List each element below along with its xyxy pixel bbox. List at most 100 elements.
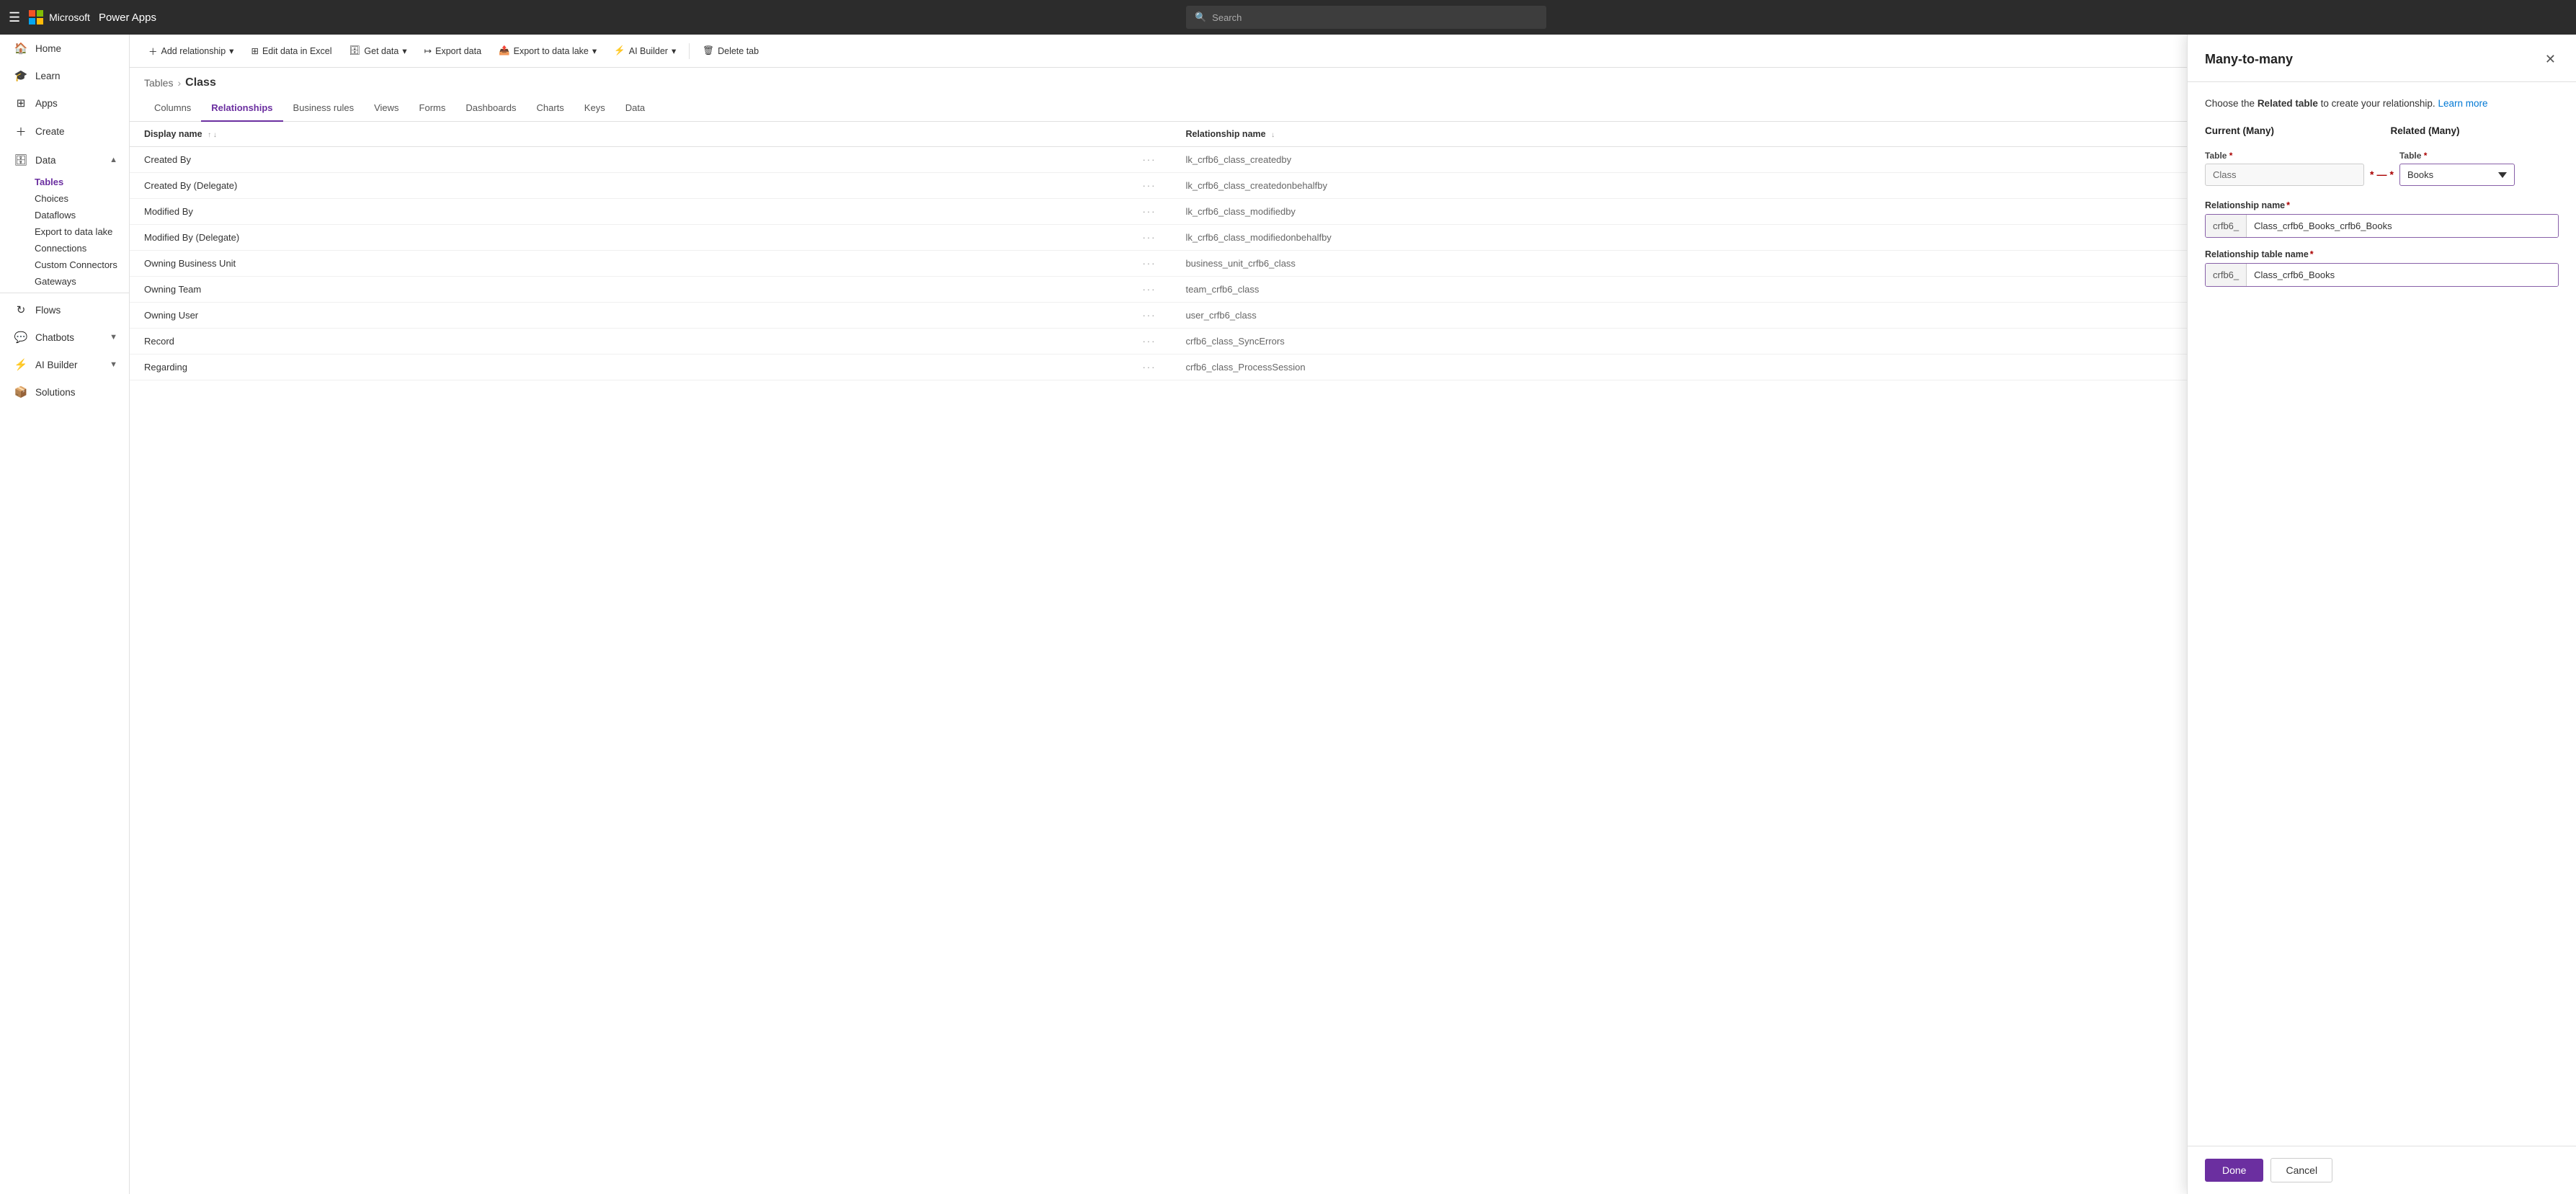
- sidebar-label-connections: Connections: [35, 243, 86, 254]
- breadcrumb-tables[interactable]: Tables: [144, 77, 173, 89]
- display-name-cell: Record: [130, 329, 1128, 355]
- sidebar-label-gateways: Gateways: [35, 276, 76, 287]
- add-relationship-chevron: ▾: [229, 45, 233, 56]
- sidebar-item-home[interactable]: 🏠 Home: [0, 35, 129, 62]
- sidebar-item-flows[interactable]: ↻ Flows: [0, 296, 129, 324]
- tab-dashboards[interactable]: Dashboards: [455, 95, 526, 122]
- ai-builder-toolbar-button[interactable]: ⚡ AI Builder ▾: [607, 42, 683, 60]
- panel-close-button[interactable]: ✕: [2542, 49, 2559, 70]
- row-dots[interactable]: ···: [1128, 251, 1171, 277]
- row-dots[interactable]: ···: [1128, 199, 1171, 225]
- panel-body: Choose the Related table to create your …: [2188, 82, 2576, 1146]
- breadcrumb-current: Class: [185, 76, 216, 89]
- chatbots-icon: 💬: [14, 331, 28, 344]
- sidebar-item-create[interactable]: ＋ Create: [0, 117, 129, 146]
- sidebar: 🏠 Home 🎓 Learn ⊞ Apps ＋ Create 🗄 Data ▲ …: [0, 35, 130, 1194]
- chatbots-expand-icon: ▼: [110, 333, 117, 342]
- related-table-col: Table * BooksAccountsContactsLeads: [2399, 151, 2559, 186]
- sidebar-item-ai-builder[interactable]: ⚡ AI Builder ▼: [0, 351, 129, 378]
- export-data-lake-label: Export to data lake: [514, 46, 589, 56]
- display-name-cell: Regarding: [130, 355, 1128, 380]
- rel-name-prefix: crfb6_: [2206, 215, 2247, 237]
- tab-columns[interactable]: Columns: [144, 95, 201, 122]
- asterisk-left: *: [2370, 169, 2374, 180]
- row-dots[interactable]: ···: [1128, 173, 1171, 199]
- rel-table-prefix: crfb6_: [2206, 264, 2247, 286]
- hamburger-icon[interactable]: ☰: [9, 10, 20, 25]
- tab-charts[interactable]: Charts: [527, 95, 574, 122]
- learn-icon: 🎓: [14, 69, 28, 82]
- display-name-cell: Owning User: [130, 303, 1128, 329]
- sidebar-item-apps[interactable]: ⊞ Apps: [0, 89, 129, 117]
- tab-keys[interactable]: Keys: [574, 95, 615, 122]
- ai-builder-expand-icon: ▼: [110, 360, 117, 369]
- current-table-value: Class: [2205, 164, 2364, 186]
- search-input[interactable]: [1212, 12, 1538, 23]
- sidebar-sub-choices[interactable]: Choices: [0, 190, 129, 207]
- sidebar-item-chatbots[interactable]: 💬 Chatbots ▼: [0, 324, 129, 351]
- get-data-button[interactable]: 🗄 Get data ▾: [342, 42, 414, 60]
- sidebar-label-chatbots: Chatbots: [35, 332, 74, 343]
- sidebar-sub-custom-connectors[interactable]: Custom Connectors: [0, 257, 129, 273]
- breadcrumb-separator: ›: [177, 77, 181, 89]
- tab-business-rules[interactable]: Business rules: [283, 95, 365, 122]
- col-actions: [1128, 122, 1171, 147]
- edit-data-excel-button[interactable]: ⊞ Edit data in Excel: [244, 42, 339, 60]
- delete-label: Delete tab: [718, 46, 759, 56]
- sidebar-label-ai-builder: AI Builder: [35, 360, 78, 370]
- related-col-title: Related (Many): [2391, 125, 2559, 136]
- relationship-table-input[interactable]: [2247, 264, 2558, 286]
- panel-description: Choose the Related table to create your …: [2205, 97, 2559, 111]
- related-col: Related (Many): [2391, 125, 2559, 139]
- tab-data[interactable]: Data: [615, 95, 655, 122]
- current-related-header: Current (Many) Related (Many): [2205, 125, 2559, 139]
- search-bar[interactable]: 🔍: [1186, 6, 1546, 29]
- row-dots[interactable]: ···: [1128, 329, 1171, 355]
- related-table-label: Table *: [2399, 151, 2559, 161]
- sidebar-sub-gateways[interactable]: Gateways: [0, 273, 129, 290]
- row-dots[interactable]: ···: [1128, 355, 1171, 380]
- sidebar-sub-dataflows[interactable]: Dataflows: [0, 207, 129, 223]
- tab-relationships[interactable]: Relationships: [201, 95, 282, 122]
- edit-data-excel-label: Edit data in Excel: [262, 46, 332, 56]
- learn-more-link[interactable]: Learn more: [2438, 98, 2487, 109]
- sidebar-label-home: Home: [35, 43, 61, 54]
- sidebar-item-data[interactable]: 🗄 Data ▲: [0, 146, 129, 174]
- relationship-name-input[interactable]: [2247, 215, 2558, 237]
- asterisk-connector: * — *: [2370, 169, 2394, 186]
- rel-table-req: *: [2310, 249, 2314, 259]
- sidebar-sub-tables[interactable]: Tables: [0, 174, 129, 190]
- related-table-select[interactable]: BooksAccountsContactsLeads: [2399, 164, 2515, 186]
- relationship-table-group: Relationship table name * crfb6_: [2205, 249, 2559, 287]
- sidebar-sub-connections[interactable]: Connections: [0, 240, 129, 257]
- sidebar-sub-export[interactable]: Export to data lake: [0, 223, 129, 240]
- panel-header: Many-to-many ✕: [2188, 35, 2576, 82]
- export-data-button[interactable]: ↦ Export data: [417, 42, 489, 60]
- solutions-icon: 📦: [14, 386, 28, 398]
- row-dots[interactable]: ···: [1128, 147, 1171, 173]
- cancel-button[interactable]: Cancel: [2270, 1158, 2332, 1182]
- microsoft-logo: Microsoft: [29, 10, 90, 24]
- add-relationship-label: Add relationship: [161, 46, 226, 56]
- row-dots[interactable]: ···: [1128, 277, 1171, 303]
- display-name-cell: Created By (Delegate): [130, 173, 1128, 199]
- row-dots[interactable]: ···: [1128, 225, 1171, 251]
- data-expand-icon: ▲: [110, 156, 117, 164]
- delete-table-button[interactable]: 🗑 Delete tab: [695, 42, 766, 60]
- sidebar-item-learn[interactable]: 🎓 Learn: [0, 62, 129, 89]
- relationship-name-group: Relationship name * crfb6_: [2205, 200, 2559, 238]
- display-name-cell: Owning Business Unit: [130, 251, 1128, 277]
- get-data-chevron: ▾: [402, 45, 406, 56]
- done-button[interactable]: Done: [2205, 1159, 2263, 1182]
- col-display-name[interactable]: Display name ↑ ↓: [130, 122, 1128, 147]
- dash-connector: —: [2377, 169, 2387, 180]
- tab-views[interactable]: Views: [364, 95, 409, 122]
- add-relationship-button[interactable]: ＋ Add relationship ▾: [141, 40, 241, 61]
- sidebar-label-custom-connectors: Custom Connectors: [35, 259, 117, 270]
- sidebar-label-flows: Flows: [35, 305, 61, 316]
- tab-forms[interactable]: Forms: [409, 95, 456, 122]
- export-data-lake-button[interactable]: 📤 Export to data lake ▾: [491, 42, 604, 60]
- sidebar-item-solutions[interactable]: 📦 Solutions: [0, 378, 129, 406]
- display-name-cell: Modified By (Delegate): [130, 225, 1128, 251]
- row-dots[interactable]: ···: [1128, 303, 1171, 329]
